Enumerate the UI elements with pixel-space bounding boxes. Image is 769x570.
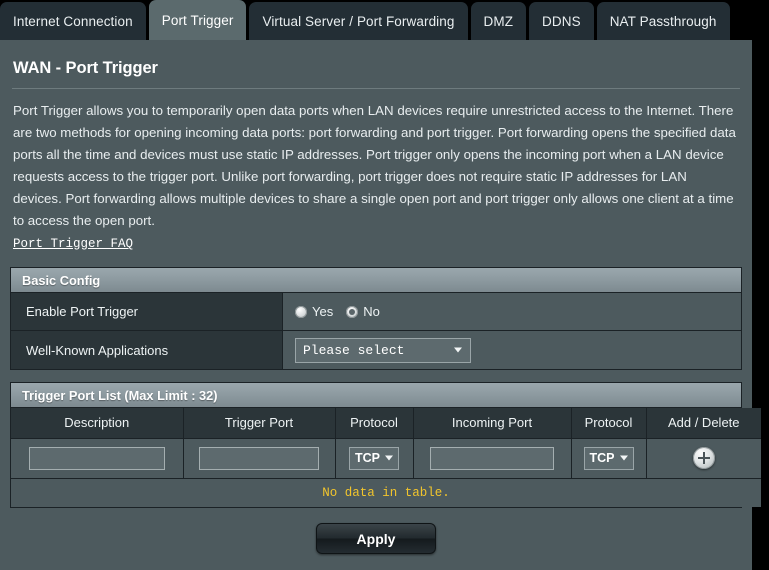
table-empty-row: No data in table. [11, 478, 761, 507]
radio-label: No [363, 304, 380, 319]
radio-option-no[interactable]: No [346, 304, 380, 319]
radio-icon[interactable] [295, 305, 307, 318]
page-description: Port Trigger allows you to temporarily o… [10, 89, 742, 255]
well-known-applications-label: Well-Known Applications [11, 331, 283, 369]
enable-port-trigger-row: Enable Port Trigger Yes No [11, 293, 741, 331]
enable-port-trigger-radio-group: Yes No [295, 304, 393, 319]
tab-label: NAT Passthrough [609, 13, 717, 29]
table-input-row: TCP TCP [11, 438, 761, 479]
cell-trigger-protocol: TCP [335, 438, 414, 479]
wan-tab-bar: Internet Connection Port Trigger Virtual… [0, 0, 769, 40]
enable-port-trigger-value: Yes No [283, 293, 741, 330]
trigger-port-table: Description Trigger Port Protocol Incomi… [11, 408, 761, 507]
cell-incoming-port [413, 438, 572, 479]
incoming-protocol-select[interactable]: TCP [583, 446, 634, 470]
chevron-down-icon [454, 347, 462, 353]
radio-label: Yes [312, 304, 334, 319]
chevron-down-icon [385, 455, 393, 461]
column-header-trigger-protocol: Protocol [335, 408, 414, 439]
description-input[interactable] [28, 446, 165, 470]
well-known-applications-value: Please select [283, 331, 741, 369]
plus-circle-icon[interactable] [692, 447, 715, 469]
empty-table-message: No data in table. [11, 478, 761, 507]
radio-icon-selected[interactable] [346, 305, 359, 318]
incoming-port-input[interactable] [430, 446, 554, 470]
trigger-port-list-header: Trigger Port List (Max Limit : 32) [11, 383, 741, 408]
router-admin-page: Internet Connection Port Trigger Virtual… [0, 0, 769, 570]
column-header-add-delete: Add / Delete [646, 408, 761, 439]
trigger-protocol-select[interactable]: TCP [349, 446, 399, 470]
cell-description [11, 438, 184, 479]
chevron-down-icon [619, 455, 628, 461]
footer-actions: Apply [10, 508, 742, 554]
cell-incoming-protocol: TCP [571, 438, 647, 479]
port-trigger-faq-link[interactable]: Port Trigger FAQ [13, 233, 133, 255]
select-value: TCP [355, 451, 380, 465]
page-title: WAN - Port Trigger [13, 59, 158, 77]
column-header-trigger-port: Trigger Port [183, 408, 336, 439]
main-panel: WAN - Port Trigger Port Trigger allows y… [0, 40, 761, 570]
cell-trigger-port [183, 438, 336, 479]
description-text: Port Trigger allows you to temporarily o… [13, 103, 736, 228]
tab-ddns[interactable]: DDNS [529, 2, 594, 40]
tab-label: Port Trigger [161, 12, 234, 28]
tab-dmz[interactable]: DMZ [470, 2, 527, 40]
trigger-port-list-section: Trigger Port List (Max Limit : 32) Descr… [10, 382, 761, 508]
well-known-applications-select[interactable]: Please select [295, 337, 471, 363]
column-header-incoming-protocol: Protocol [571, 408, 647, 439]
table-header-row: Description Trigger Port Protocol Incomi… [11, 408, 761, 439]
tab-label: DMZ [483, 13, 514, 29]
radio-option-yes[interactable]: Yes [295, 304, 333, 319]
cell-add-delete [646, 438, 761, 479]
select-value: Please select [303, 342, 405, 358]
tab-label: Internet Connection [13, 13, 133, 29]
tab-internet-connection[interactable]: Internet Connection [0, 2, 146, 40]
column-header-description: Description [11, 408, 184, 439]
tab-port-trigger[interactable]: Port Trigger [148, 0, 247, 40]
tab-nat-passthrough[interactable]: NAT Passthrough [596, 2, 730, 40]
select-value: TCP [589, 451, 615, 465]
apply-button[interactable]: Apply [316, 523, 436, 554]
basic-config-section: Basic Config Enable Port Trigger Yes No [10, 267, 742, 370]
basic-config-header: Basic Config [11, 268, 741, 293]
incoming-protocol-wrap: TCP [573, 446, 645, 470]
trigger-protocol-wrap: TCP [337, 446, 412, 470]
tab-virtual-server-port-forwarding[interactable]: Virtual Server / Port Forwarding [249, 2, 468, 40]
enable-port-trigger-label: Enable Port Trigger [11, 293, 283, 330]
tab-label: Virtual Server / Port Forwarding [262, 13, 455, 29]
column-header-incoming-port: Incoming Port [413, 408, 572, 439]
tab-label: DDNS [542, 13, 581, 29]
well-known-applications-row: Well-Known Applications Please select [11, 331, 741, 369]
trigger-port-input[interactable] [199, 446, 319, 470]
